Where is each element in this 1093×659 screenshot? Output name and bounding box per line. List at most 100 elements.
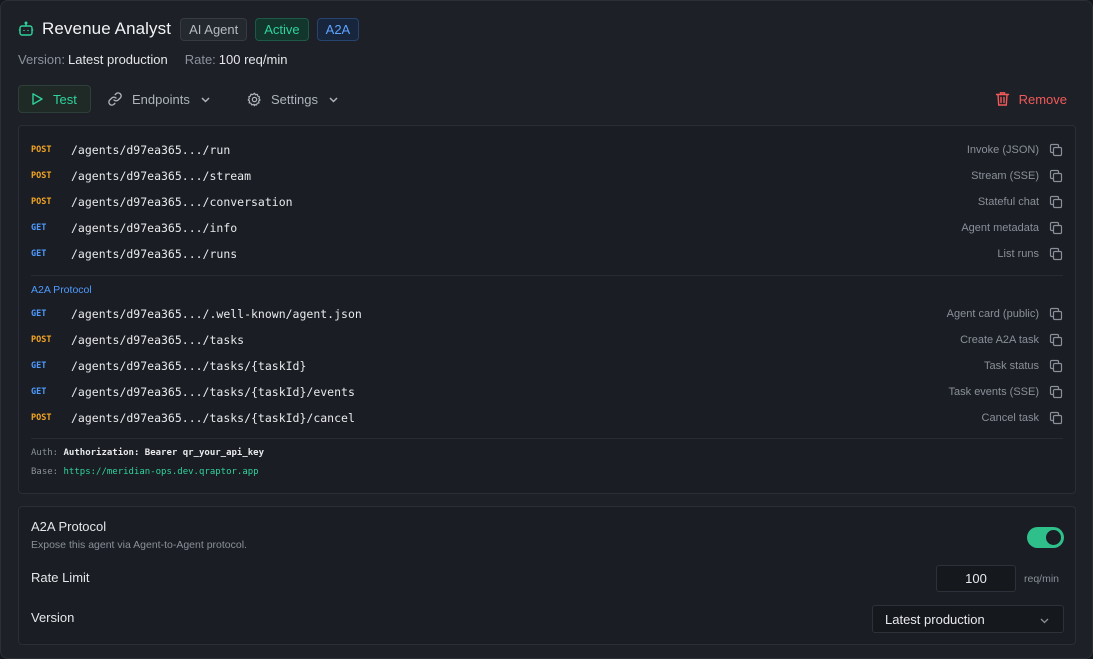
base-url: https://meridian-ops.dev.qraptor.app [63, 467, 259, 477]
method-badge: GET [31, 223, 47, 233]
chevron-down-icon [200, 94, 211, 105]
rate-limit-input[interactable] [936, 565, 1016, 592]
base-line: Base: https://meridian-ops.dev.qraptor.a… [31, 467, 259, 477]
version-label: Version [31, 610, 75, 625]
method-badge: POST [31, 197, 52, 207]
endpoint-desc: Stream (SSE) [971, 170, 1039, 182]
copy-icon[interactable] [1049, 385, 1063, 399]
copy-icon[interactable] [1049, 333, 1063, 347]
type-badge: AI Agent [180, 17, 248, 41]
auth-value: Authorization: Bearer qr_your_api_key [63, 448, 264, 458]
copy-icon[interactable] [1049, 247, 1063, 261]
toggle-knob [1046, 530, 1061, 545]
auth-label: Auth: [31, 448, 59, 458]
copy-icon[interactable] [1049, 143, 1063, 157]
endpoint-path: /agents/d97ea365.../stream [71, 169, 252, 183]
endpoint-desc: Task status [983, 360, 1039, 372]
chevron-down-icon [1039, 615, 1050, 626]
rate-limit-label: Rate Limit [31, 570, 90, 585]
endpoints-label: Endpoints [132, 91, 190, 107]
settings-panel: A2A Protocol Expose this agent via Agent… [18, 506, 1076, 645]
endpoint-row: POST /agents/d97ea365.../stream Stream (… [31, 166, 1063, 186]
copy-icon[interactable] [1049, 169, 1063, 183]
endpoint-desc: List runs [997, 248, 1039, 260]
endpoint-path: /agents/d97ea365.../tasks/{taskId}/cance… [71, 411, 355, 425]
a2a-toggle[interactable] [1027, 527, 1064, 548]
copy-icon[interactable] [1049, 221, 1063, 235]
copy-icon[interactable] [1049, 307, 1063, 321]
endpoint-desc: Create A2A task [960, 334, 1039, 346]
a2a-endpoint-row: GET /agents/d97ea365.../tasks/{taskId} T… [31, 356, 1063, 376]
method-badge: POST [31, 413, 52, 423]
version-meta: Version: Latest production [18, 52, 168, 67]
a2a-setting-label: A2A Protocol [31, 519, 107, 534]
copy-icon[interactable] [1049, 411, 1063, 425]
chevron-down-icon [328, 94, 339, 105]
method-badge: GET [31, 309, 47, 319]
settings-label: Settings [271, 91, 318, 107]
endpoint-desc: Stateful chat [977, 196, 1039, 208]
a2a-section-label: A2A Protocol [31, 284, 92, 296]
trash-icon [995, 91, 1010, 107]
play-icon [30, 92, 44, 106]
method-badge: GET [31, 387, 47, 397]
status-badge: Active [255, 17, 309, 41]
endpoint-desc: Cancel task [981, 412, 1039, 424]
endpoint-path: /agents/d97ea365.../runs [71, 247, 238, 261]
test-button-label: Test [53, 91, 77, 107]
endpoint-desc: Invoke (JSON) [966, 144, 1039, 156]
endpoints-panel: POST /agents/d97ea365.../run Invoke (JSO… [18, 125, 1076, 494]
base-label: Base: [31, 467, 59, 477]
divider [31, 275, 1063, 276]
gear-icon [247, 92, 262, 107]
endpoint-path: /agents/d97ea365.../tasks/{taskId} [71, 359, 307, 373]
settings-dropdown[interactable]: Settings [247, 85, 339, 113]
endpoint-path: /agents/d97ea365.../conversation [71, 195, 293, 209]
rate-meta: Rate: 100 req/min [185, 52, 288, 67]
method-badge: POST [31, 145, 52, 155]
protocol-badge: A2A [316, 17, 360, 41]
method-badge: POST [31, 171, 52, 181]
method-badge: GET [31, 361, 47, 371]
agent-header: Revenue Analyst AI Agent Active A2A [18, 17, 367, 41]
a2a-endpoint-row: GET /agents/d97ea365.../tasks/{taskId}/e… [31, 382, 1063, 402]
agent-meta: Version: Latest production Rate: 100 req… [18, 52, 304, 67]
link-icon [107, 91, 123, 107]
endpoint-row: POST /agents/d97ea365.../conversation St… [31, 192, 1063, 212]
endpoint-row: GET /agents/d97ea365.../info Agent metad… [31, 218, 1063, 238]
endpoint-path: /agents/d97ea365.../info [71, 221, 238, 235]
endpoint-row: POST /agents/d97ea365.../run Invoke (JSO… [31, 140, 1063, 160]
copy-icon[interactable] [1049, 359, 1063, 373]
version-select-value: Latest production [885, 611, 985, 627]
rate-meta-label: Rate: [184, 52, 216, 67]
remove-label: Remove [1018, 91, 1067, 107]
copy-icon[interactable] [1049, 195, 1063, 209]
a2a-setting-desc: Expose this agent via Agent-to-Agent pro… [31, 539, 247, 551]
auth-line: Auth: Authorization: Bearer qr_your_api_… [31, 448, 264, 458]
bot-icon [18, 21, 34, 37]
agent-title: Revenue Analyst [42, 19, 172, 38]
version-meta-label: Version: [18, 52, 65, 67]
test-button[interactable]: Test [18, 85, 91, 113]
endpoint-path: /agents/d97ea365.../run [71, 143, 231, 157]
method-badge: GET [31, 249, 47, 259]
endpoint-row: GET /agents/d97ea365.../runs List runs [31, 244, 1063, 264]
endpoint-desc: Task events (SSE) [948, 386, 1039, 398]
toolbar: Test Endpoints Settings Remove [18, 85, 1076, 113]
endpoints-dropdown[interactable]: Endpoints [107, 85, 211, 113]
endpoint-desc: Agent card (public) [946, 308, 1039, 320]
a2a-endpoint-row: GET /agents/d97ea365.../.well-known/agen… [31, 304, 1063, 324]
rate-meta-value: 100 req/min [218, 52, 288, 67]
endpoint-desc: Agent metadata [961, 222, 1039, 234]
endpoint-path: /agents/d97ea365.../.well-known/agent.js… [71, 307, 362, 321]
version-select[interactable]: Latest production [872, 605, 1064, 633]
a2a-endpoint-row: POST /agents/d97ea365.../tasks Create A2… [31, 330, 1063, 350]
endpoint-path: /agents/d97ea365.../tasks/{taskId}/event… [71, 385, 355, 399]
method-badge: POST [31, 335, 52, 345]
rate-limit-unit: req/min [1024, 573, 1060, 585]
remove-button[interactable]: Remove [995, 85, 1067, 113]
agent-panel: Revenue Analyst AI Agent Active A2A Vers… [0, 0, 1093, 659]
a2a-endpoint-row: POST /agents/d97ea365.../tasks/{taskId}/… [31, 408, 1063, 428]
version-meta-value: Latest production [67, 52, 168, 67]
divider [31, 438, 1063, 439]
